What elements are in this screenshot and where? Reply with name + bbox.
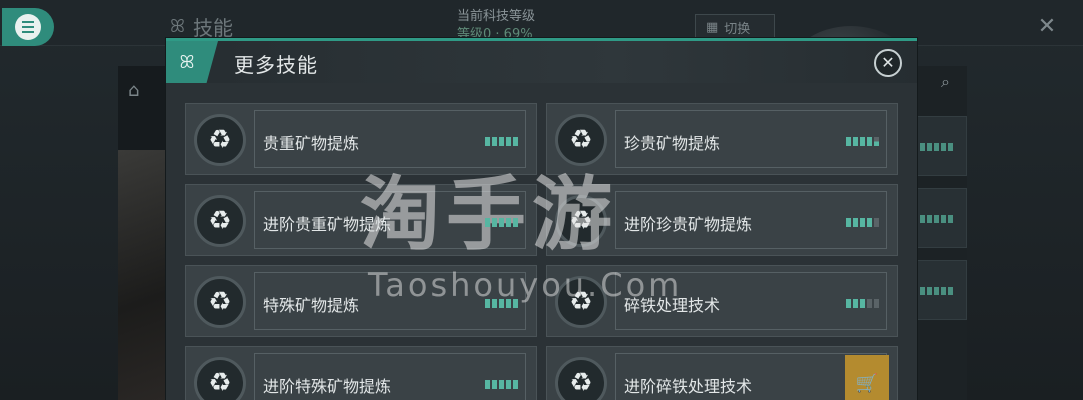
skill-name: 碎铁处理技术: [624, 296, 721, 315]
skill-level-bar: [485, 299, 518, 308]
skill-card[interactable]: ♻ 特殊矿物提炼: [185, 265, 537, 337]
skill-level-bar: [485, 380, 518, 389]
dna-icon: ꕤ: [179, 51, 195, 73]
skill-card[interactable]: ♻ 贵重矿物提炼: [185, 103, 537, 175]
skill-card[interactable]: ♻ 进阶贵重矿物提炼: [185, 184, 537, 256]
skill-name: 进阶碎铁处理技术: [624, 377, 753, 396]
recycle-icon: ♻: [194, 276, 246, 328]
skill-card[interactable]: ♻ 进阶珍贵矿物提炼: [546, 184, 898, 256]
search-icon[interactable]: ⌕: [941, 72, 950, 92]
background-right-panel: ⌕: [917, 66, 967, 400]
dialog-badge: ꕤ: [166, 41, 218, 83]
dialog-title: 更多技能: [234, 53, 318, 77]
dna-icon: ꕤ: [170, 16, 185, 37]
skill-name: 贵重矿物提炼: [263, 134, 360, 153]
background-title: ꕤ 技能: [170, 12, 233, 41]
recycle-icon: ♻: [555, 357, 607, 400]
skill-name: 珍贵矿物提炼: [624, 134, 721, 153]
more-skills-dialog: ꕤ 更多技能 ✕ ♻ 贵重矿物提炼 ♻ 珍贵矿物提炼 ♻ 进阶贵重矿物提炼 ♻ 进阶珍贵矿物提…: [166, 38, 917, 400]
skill-level-bar: [846, 299, 879, 308]
background-slot: [917, 260, 967, 320]
factory-icon: ⌂: [128, 80, 140, 101]
skill-name: 进阶特殊矿物提炼: [263, 377, 392, 396]
switch-label: 切换: [724, 21, 751, 37]
skill-card[interactable]: ♻ 碎铁处理技术: [546, 265, 898, 337]
recycle-icon: ♻: [555, 114, 607, 166]
background-slot: [917, 116, 967, 176]
recycle-icon: ♻: [194, 357, 246, 400]
background-close-icon[interactable]: ✕: [1034, 14, 1060, 40]
skill-level-bar: [846, 137, 879, 146]
skill-level-bar: [485, 137, 518, 146]
tech-level-label: 当前科技等级: [457, 9, 536, 24]
skill-level-bar: [846, 218, 879, 227]
background-scene-image: [118, 150, 166, 400]
grid-icon: ▦: [706, 19, 719, 35]
recycle-icon: ♻: [194, 114, 246, 166]
close-button[interactable]: ✕: [874, 49, 902, 77]
skill-name: 特殊矿物提炼: [263, 296, 360, 315]
skill-card[interactable]: ♻ 进阶特殊矿物提炼: [185, 346, 537, 400]
switch-button[interactable]: ▦ 切换: [695, 14, 775, 40]
skill-name: 进阶珍贵矿物提炼: [624, 215, 753, 234]
skill-card[interactable]: ♻ 珍贵矿物提炼: [546, 103, 898, 175]
skill-card[interactable]: ♻ 进阶碎铁处理技术 🛒: [546, 346, 898, 400]
dialog-header: ꕤ 更多技能 ✕: [166, 41, 917, 83]
background-slot: [917, 188, 967, 248]
cart-icon[interactable]: 🛒: [845, 355, 889, 400]
main-menu-button[interactable]: [2, 8, 54, 46]
recycle-icon: ♻: [555, 276, 607, 328]
skill-name: 进阶贵重矿物提炼: [263, 215, 392, 234]
recycle-icon: ♻: [555, 195, 607, 247]
menu-icon: [15, 14, 41, 40]
background-title-text: 技能: [192, 16, 233, 40]
recycle-icon: ♻: [194, 195, 246, 247]
skill-level-bar: [485, 218, 518, 227]
